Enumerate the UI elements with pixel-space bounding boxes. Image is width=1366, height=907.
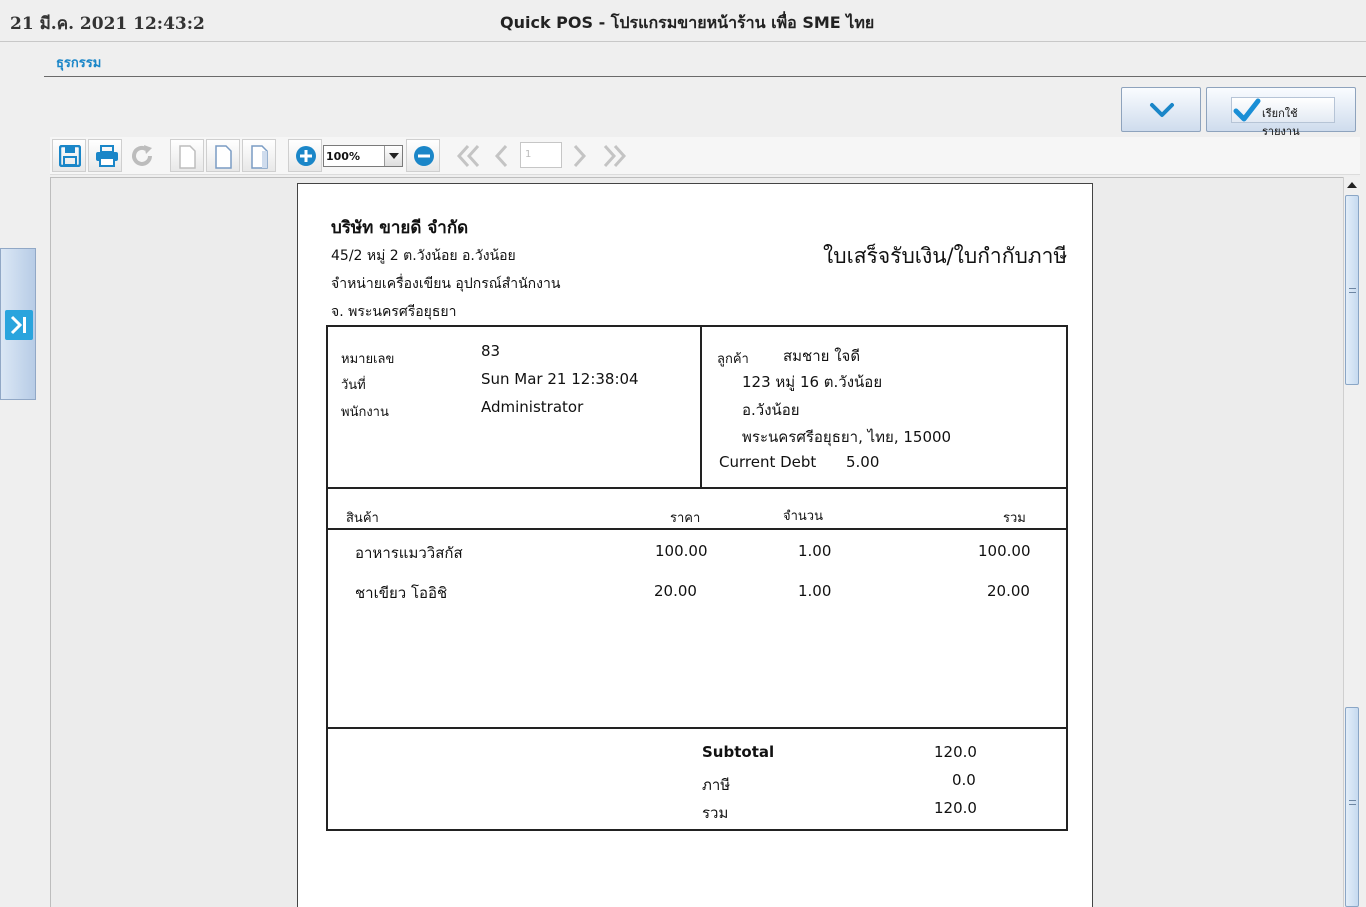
tax-label: ภาษี <box>702 776 731 794</box>
first-page-button[interactable] <box>450 139 484 172</box>
prev-page-button[interactable] <box>486 139 520 172</box>
customer-address-3: พระนครศรีอยุธยา, ไทย, 15000 <box>742 428 952 446</box>
customer-name: สมชาย ใจดี <box>783 347 861 365</box>
save-button[interactable] <box>52 139 86 172</box>
company-name: บริษัท ขายดี จำกัด <box>331 218 469 238</box>
single-page-icon <box>179 145 196 169</box>
col-total: รวม <box>1003 511 1026 526</box>
item-total: 20.00 <box>987 582 1030 600</box>
double-chevron-left-icon <box>456 144 480 168</box>
staff-name: Administrator <box>481 398 584 416</box>
address-line-2: จำหน่ายเครื่องเขียน อุปกรณ์สำนักงาน <box>331 276 561 292</box>
clock: 21 มี.ค. 2021 12:43:2 <box>10 14 205 34</box>
receipt-date: Sun Mar 21 12:38:04 <box>481 370 639 388</box>
page-single-button[interactable] <box>170 139 204 172</box>
chevron-right-icon <box>573 144 587 168</box>
refresh-button[interactable] <box>124 139 158 172</box>
current-debt-label: Current Debt <box>719 453 817 471</box>
run-report-button[interactable]: เรียกใช้รายงาน <box>1206 87 1356 138</box>
zoom-in-button[interactable] <box>288 139 322 172</box>
address-line-3: จ. พระนครศรีอยุธยา <box>331 304 457 320</box>
total-label: รวม <box>702 804 729 822</box>
menu-bar: ธุรกรรม <box>44 43 1366 77</box>
subtotal-value: 120.0 <box>934 743 977 761</box>
items-table: สินค้า ราคา จำนวน รวม อาหารแมววิสกัส 100… <box>326 487 1068 729</box>
info-box: หมายเลข 83 วันที่ Sun Mar 21 12:38:04 พน… <box>326 325 1068 489</box>
receipt-page: บริษัท ขายดี จำกัด 45/2 หมู่ 2 ต.วังน้อย… <box>297 183 1093 907</box>
receipt-number: 83 <box>481 342 501 360</box>
summary-box: Subtotal 120.0 ภาษี 0.0 รวม 120.0 <box>326 727 1068 831</box>
chevron-left-icon <box>494 144 508 168</box>
col-qty: จำนวน <box>783 509 823 524</box>
run-report-label: เรียกใช้รายงาน <box>1262 107 1300 138</box>
zoom-select[interactable]: 100% <box>323 145 403 167</box>
scroll-up-icon[interactable] <box>1346 179 1358 191</box>
chevron-down-icon[interactable] <box>384 146 402 166</box>
item-qty: 1.00 <box>798 542 832 560</box>
col-product: สินค้า <box>346 511 379 526</box>
date-label: วันที่ <box>341 378 366 393</box>
menu-transactions[interactable]: ธุรกรรม <box>56 52 101 73</box>
app-title: Quick POS - โปรแกรมขายหน้าร้าน เพื่อ SME… <box>500 13 875 32</box>
item-price: 20.00 <box>654 582 697 600</box>
page-width-icon <box>215 145 232 169</box>
last-page-button[interactable] <box>596 139 630 172</box>
report-toolbar: 100% 1 <box>50 137 1360 175</box>
item-name: ชาเขียว โออิชิ <box>355 584 448 602</box>
double-chevron-right-icon <box>603 144 627 168</box>
expand-button[interactable] <box>1121 87 1201 132</box>
title-bar: 21 มี.ค. 2021 12:43:2 Quick POS - โปรแกร… <box>0 0 1366 42</box>
item-total: 100.00 <box>978 542 1031 560</box>
staff-label: พนักงาน <box>341 405 389 420</box>
document-title: ใบเสร็จรับเงิน/ใบกำกับภาษี <box>823 244 1068 268</box>
tax-value: 0.0 <box>952 771 976 789</box>
expand-panel-icon <box>5 310 33 340</box>
customer-address-1: 123 หมู่ 16 ต.วังน้อย <box>742 373 883 391</box>
zoom-in-icon <box>296 146 316 166</box>
customer-address-2: อ.วังน้อย <box>742 401 800 419</box>
zoom-value: 100% <box>326 150 360 163</box>
print-button[interactable] <box>88 139 122 172</box>
zoom-out-icon <box>414 146 434 166</box>
save-icon <box>59 145 81 167</box>
col-price: ราคา <box>670 511 701 526</box>
subtotal-label: Subtotal <box>702 743 775 761</box>
page-number-value: 1 <box>525 149 532 160</box>
item-price: 100.00 <box>655 542 708 560</box>
address-line-1: 45/2 หมู่ 2 ต.วังน้อย อ.วังน้อย <box>331 248 516 264</box>
side-panel-toggle[interactable] <box>0 248 36 400</box>
item-qty: 1.00 <box>798 582 832 600</box>
checkmark-icon <box>1233 98 1261 122</box>
scroll-thumb-lower[interactable] <box>1345 707 1359 907</box>
customer-label: ลูกค้า <box>717 352 749 367</box>
current-debt-value: 5.00 <box>846 453 880 471</box>
page-fit-button[interactable] <box>242 139 276 172</box>
chevron-down-icon <box>1150 103 1174 117</box>
item-name: อาหารแมววิสกัส <box>355 544 463 562</box>
page-fit-icon <box>251 145 268 169</box>
next-page-button[interactable] <box>564 139 598 172</box>
total-value: 120.0 <box>934 799 977 817</box>
page-width-button[interactable] <box>206 139 240 172</box>
printer-icon <box>96 145 118 167</box>
scroll-thumb[interactable] <box>1345 195 1359 385</box>
vertical-scrollbar[interactable] <box>1343 177 1360 907</box>
zoom-out-button[interactable] <box>406 139 440 172</box>
number-label: หมายเลข <box>341 352 395 367</box>
page-number-input[interactable]: 1 <box>520 142 562 168</box>
refresh-icon <box>132 145 152 166</box>
